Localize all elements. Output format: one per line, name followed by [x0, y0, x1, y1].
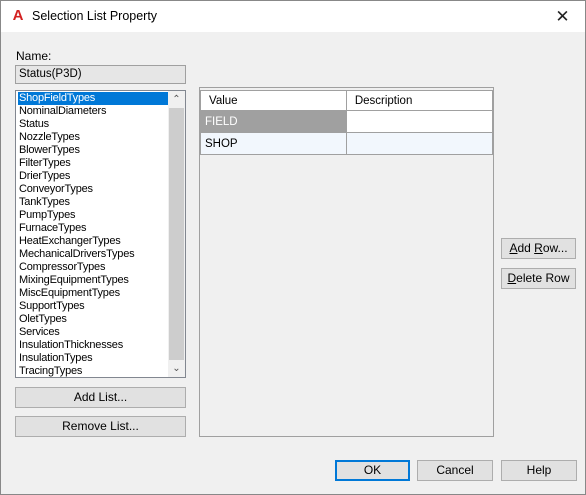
name-label: Name:: [16, 49, 52, 63]
remove-list-button[interactable]: Remove List...: [15, 416, 186, 437]
values-grid-panel: Value Description FIELD SHOP: [199, 87, 494, 437]
list-item[interactable]: PumpTypes: [18, 209, 168, 222]
close-icon[interactable]: ✕: [540, 1, 585, 32]
delete-row-label-a: D: [507, 271, 517, 285]
value-column-header[interactable]: Value: [200, 90, 347, 111]
cancel-button[interactable]: Cancel: [417, 460, 493, 481]
table-row[interactable]: FIELD: [200, 110, 494, 133]
list-item[interactable]: InsulationTypes: [18, 352, 168, 365]
list-item[interactable]: OletTypes: [18, 313, 168, 326]
title-bar: A Selection List Property ✕: [1, 1, 585, 32]
list-item[interactable]: Status: [18, 118, 168, 131]
table-row[interactable]: SHOP: [200, 132, 494, 155]
add-row-label-b: dd: [517, 241, 535, 255]
list-item[interactable]: InsulationThicknesses: [18, 339, 168, 352]
list-item[interactable]: MiscEquipmentTypes: [18, 287, 168, 300]
scroll-up-icon[interactable]: ⌃: [168, 91, 185, 108]
list-items: ShopFieldTypes NominalDiameters Status Nozz…: [18, 92, 168, 377]
add-list-button[interactable]: Add List...: [15, 387, 186, 408]
list-item[interactable]: NominalDiameters: [18, 105, 168, 118]
list-item[interactable]: Services: [18, 326, 168, 339]
scroll-down-icon[interactable]: ⌄: [168, 360, 185, 377]
help-button[interactable]: Help: [501, 460, 577, 481]
list-item[interactable]: MechanicalDriversTypes: [18, 248, 168, 261]
list-item[interactable]: ConveyorTypes: [18, 183, 168, 196]
scroll-thumb[interactable]: [169, 108, 184, 360]
dialog-window: A Selection List Property ✕ Name: Status…: [0, 0, 586, 495]
delete-row-label-b: elete Row: [516, 271, 570, 285]
autocad-app-icon: A: [12, 7, 24, 24]
add-row-label-c: R: [534, 241, 543, 255]
selection-lists-listbox[interactable]: ShopFieldTypes NominalDiameters Status Nozz…: [15, 90, 186, 378]
list-item[interactable]: HeatExchangerTypes: [18, 235, 168, 248]
ok-button[interactable]: OK: [335, 460, 410, 481]
dialog-title: Selection List Property: [32, 9, 158, 23]
description-cell[interactable]: [345, 132, 494, 155]
description-cell[interactable]: [345, 110, 494, 133]
list-item[interactable]: CompressorTypes: [18, 261, 168, 274]
description-column-header[interactable]: Description: [345, 90, 494, 111]
list-item[interactable]: SupportTypes: [18, 300, 168, 313]
delete-row-button[interactable]: Delete Row: [501, 268, 576, 289]
listbox-scrollbar[interactable]: ⌃ ⌄: [168, 91, 185, 377]
values-grid[interactable]: Value Description FIELD SHOP: [200, 90, 494, 155]
list-item[interactable]: MixingEquipmentTypes: [18, 274, 168, 287]
list-item[interactable]: BlowerTypes: [18, 144, 168, 157]
list-item[interactable]: NozzleTypes: [18, 131, 168, 144]
add-row-button[interactable]: Add Row...: [501, 238, 576, 259]
list-item[interactable]: TankTypes: [18, 196, 168, 209]
value-cell[interactable]: SHOP: [200, 132, 347, 155]
value-cell[interactable]: FIELD: [200, 110, 347, 133]
list-item[interactable]: TracingTypes: [18, 365, 168, 377]
list-item[interactable]: FilterTypes: [18, 157, 168, 170]
list-item[interactable]: ShopFieldTypes: [18, 92, 168, 105]
add-row-label-d: ow...: [542, 241, 568, 255]
list-item[interactable]: DrierTypes: [18, 170, 168, 183]
name-field: Status(P3D): [15, 65, 186, 84]
list-item[interactable]: FurnaceTypes: [18, 222, 168, 235]
